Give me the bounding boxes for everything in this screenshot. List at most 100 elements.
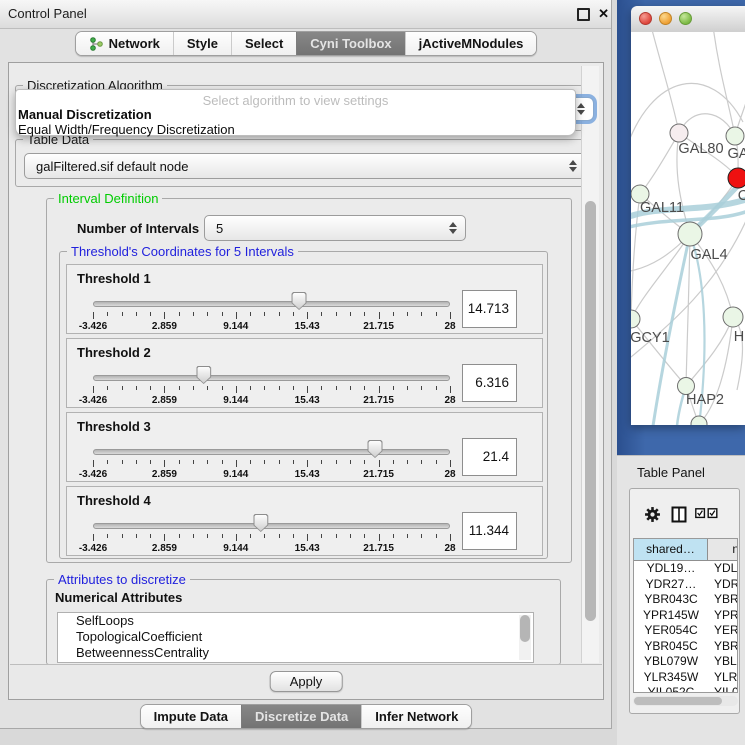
split-columns-icon[interactable]	[671, 506, 687, 523]
tab-select[interactable]: Select	[231, 32, 296, 55]
algorithm-dropdown-popup: Select algorithm to view settings Manual…	[15, 89, 576, 136]
table-scrollbar-thumb[interactable]	[634, 697, 722, 705]
network-window-titlebar[interactable]	[631, 6, 745, 33]
tab-cyni-toolbox[interactable]: Cyni Toolbox	[296, 32, 404, 55]
table-header-shared-name[interactable]: shared…	[634, 539, 708, 560]
threshold-value-field[interactable]: 21.4	[462, 438, 517, 476]
close-window-icon[interactable]: ✕	[598, 6, 609, 22]
network-node-gcy1[interactable]	[631, 310, 640, 328]
slider-tick	[393, 386, 394, 390]
slider-tick-label: 2.859	[152, 543, 177, 554]
screen: Control Panel ✕ NetworkStyleSelectCyni T…	[0, 0, 745, 745]
threshold-value-field[interactable]: 14.713	[462, 290, 517, 328]
tab-label: Network	[109, 36, 160, 51]
slider-tick-label: 21.715	[363, 321, 394, 332]
table-data-combobox-value: galFiltered.sif default node	[36, 159, 188, 174]
threshold-slider[interactable]: -3.4262.8599.14415.4321.71528	[93, 413, 450, 483]
network-canvas[interactable]: GAL80GACGAL11GAL4GCY1HHAP2	[631, 32, 745, 425]
settings-vertical-scrollbar[interactable]	[581, 66, 599, 663]
combo-stepper-icon	[449, 222, 457, 234]
network-node-c[interactable]	[728, 168, 745, 188]
network-node-gal4[interactable]	[678, 222, 702, 246]
slider-tick	[122, 460, 123, 464]
slider-tick	[93, 386, 94, 393]
slider-tick	[436, 312, 437, 316]
threshold-value-field[interactable]: 6.316	[462, 364, 517, 402]
popup-hint-item[interactable]: Select algorithm to view settings	[16, 93, 575, 108]
table-horizontal-scrollbar[interactable]	[633, 696, 738, 706]
float-window-icon[interactable]	[577, 8, 590, 21]
cell-shared-name: YPR145W	[634, 608, 708, 624]
zoom-traffic-light-icon[interactable]	[679, 12, 692, 25]
slider-tick	[393, 534, 394, 538]
network-node-gal80[interactable]	[670, 124, 688, 142]
slider-tick	[164, 534, 165, 541]
number-of-intervals-combobox[interactable]: 5	[204, 215, 466, 241]
close-traffic-light-icon[interactable]	[639, 12, 652, 25]
attribute-list-item[interactable]: BetweennessCentrality	[58, 645, 533, 661]
control-panel-bottom-tabs: Impute DataDiscretize DataInfer Network	[0, 704, 612, 729]
attribute-list-item[interactable]: SelfLoops	[58, 613, 533, 629]
slider-track[interactable]	[93, 523, 450, 529]
slider-tick	[421, 386, 422, 390]
popup-item-manual-discretization[interactable]: Manual Discretization	[16, 108, 575, 123]
table-row[interactable]: YBR045CYBR0	[634, 639, 737, 655]
threshold-slider[interactable]: -3.4262.8599.14415.4321.71528	[93, 265, 450, 335]
table-row[interactable]: YER054CYER0	[634, 623, 737, 639]
threshold-value-field[interactable]: 11.344	[462, 512, 517, 550]
slider-tick-label: 21.715	[363, 395, 394, 406]
checkbox-columns-icon[interactable]	[695, 508, 719, 519]
tab-jactivemnodules[interactable]: jActiveMNodules	[405, 32, 537, 55]
slider-tick-label: 9.144	[223, 395, 248, 406]
tab-label: jActiveMNodules	[419, 36, 524, 51]
slider-tick-label: 2.859	[152, 469, 177, 480]
tab-discretize-data[interactable]: Discretize Data	[241, 705, 361, 728]
slider-track[interactable]	[93, 301, 450, 307]
table-row[interactable]: YDL19…YDL1	[634, 561, 737, 577]
table-header-name[interactable]: na	[708, 539, 738, 560]
table-row[interactable]: YIL052CYIL0	[634, 685, 737, 693]
network-node-h[interactable]	[723, 307, 743, 327]
settings-scrollbar-thumb[interactable]	[585, 201, 596, 621]
slider-thumb[interactable]	[368, 440, 383, 458]
threshold-slider[interactable]: -3.4262.8599.14415.4321.71528	[93, 339, 450, 409]
table-panel-card: shared… na YDL19…YDL1YDR27…YDR2YBR043CYB…	[629, 488, 740, 714]
network-node-label: GCY1	[631, 330, 670, 346]
apply-button[interactable]: Apply	[270, 671, 343, 692]
popup-item-equal-width-frequency[interactable]: Equal Width/Frequency Discretization	[16, 123, 575, 138]
tab-style[interactable]: Style	[173, 32, 231, 55]
slider-tick	[379, 312, 380, 319]
table-row[interactable]: YPR145WYPR1	[634, 608, 737, 624]
slider-thumb[interactable]	[253, 514, 268, 532]
slider-thumb[interactable]	[196, 366, 211, 384]
attributes-list-scrollbar[interactable]	[519, 615, 531, 660]
tab-network[interactable]: Network	[76, 32, 173, 55]
network-node-ga[interactable]	[726, 127, 744, 145]
attribute-list-item[interactable]: TopologicalCoefficient	[58, 629, 533, 645]
slider-tick	[393, 312, 394, 316]
slider-thumb[interactable]	[292, 292, 307, 310]
attributes-scrollbar-thumb[interactable]	[520, 615, 530, 642]
table-row[interactable]: YBR043CYBR0	[634, 592, 737, 608]
slider-track[interactable]	[93, 375, 450, 381]
node-table[interactable]: shared… na YDL19…YDL1YDR27…YDR2YBR043CYB…	[633, 538, 738, 693]
slider-tick	[321, 460, 322, 464]
numerical-attributes-list[interactable]: SelfLoopsTopologicalCoefficientBetweenne…	[57, 612, 534, 663]
slider-tick	[107, 460, 108, 464]
table-row[interactable]: YBL079WYBL0	[634, 654, 737, 670]
slider-track[interactable]	[93, 449, 450, 455]
table-data-combobox[interactable]: galFiltered.sif default node	[24, 153, 586, 179]
table-row[interactable]: YDR27…YDR2	[634, 577, 737, 593]
slider-tick	[207, 386, 208, 390]
tab-impute-data[interactable]: Impute Data	[141, 705, 241, 728]
number-of-intervals-label: Number of Intervals	[77, 221, 199, 236]
gear-icon[interactable]	[644, 506, 661, 523]
tab-label: Style	[187, 36, 218, 51]
slider-tick	[279, 312, 280, 316]
threshold-slider[interactable]: -3.4262.8599.14415.4321.71528	[93, 487, 450, 557]
table-row[interactable]: YLR345WYLR3	[634, 670, 737, 686]
minimize-traffic-light-icon[interactable]	[659, 12, 672, 25]
cell-shared-name: YIL052C	[634, 685, 708, 693]
tab-infer-network[interactable]: Infer Network	[361, 705, 471, 728]
slider-tick-label: 15.43	[295, 469, 320, 480]
